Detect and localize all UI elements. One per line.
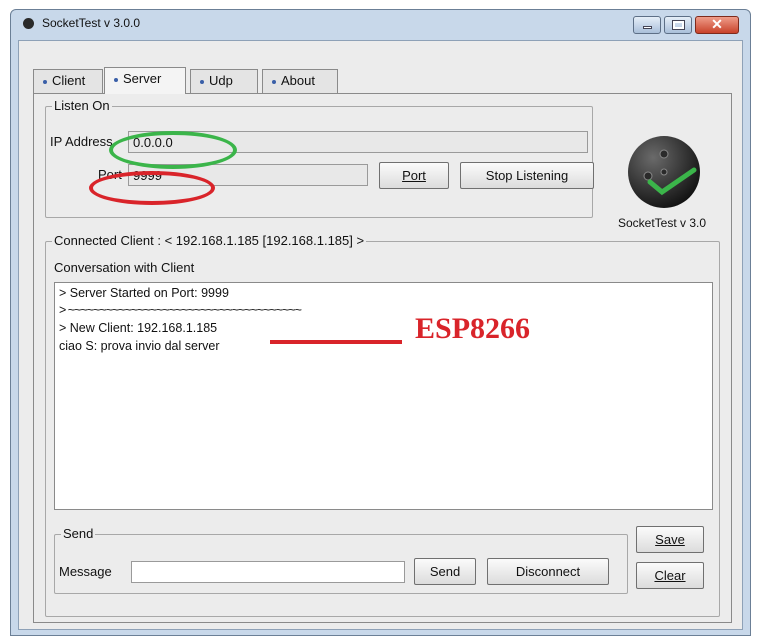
maximize-button[interactable] <box>664 16 692 34</box>
app-window: SocketTest v 3.0.0 ✕ Client Server Udp A… <box>10 9 751 636</box>
tab-label: About <box>281 73 315 88</box>
disconnect-button[interactable]: Disconnect <box>487 558 609 585</box>
log-line: > ~~~~~~~~~~~~~~~~~~~~~~~~~~~~~~~~~~~~~ <box>59 303 302 317</box>
ip-address-label: IP Address <box>50 134 113 149</box>
tab-label: Server <box>123 71 162 86</box>
clear-button-label: Clear <box>654 568 686 583</box>
minimize-button[interactable] <box>633 16 661 34</box>
port-button-label: Port <box>402 168 426 183</box>
tab-about[interactable]: About <box>262 69 338 93</box>
tab-label: Client <box>52 73 86 88</box>
log-line: ciao S: prova invio dal server <box>59 339 220 353</box>
tab-label: Udp <box>209 73 233 88</box>
message-label: Message <box>59 564 112 579</box>
tab-dot-icon <box>43 79 47 84</box>
tab-dot-icon <box>272 79 276 84</box>
listen-on-legend: Listen On <box>52 98 112 113</box>
red-highlight-oval <box>89 171 215 205</box>
send-button-label: Send <box>429 564 461 579</box>
window-title: SocketTest v 3.0.0 <box>42 16 141 30</box>
port-button[interactable]: Port <box>379 162 449 189</box>
tab-client[interactable]: Client <box>33 69 103 93</box>
green-highlight-oval <box>109 131 237 169</box>
save-button[interactable]: Save <box>636 526 704 553</box>
disconnect-button-label: Disconnect <box>515 564 581 579</box>
esp8266-annotation: ESP8266 <box>415 312 531 345</box>
save-button-label: Save <box>655 532 685 547</box>
conversation-label: Conversation with Client <box>54 260 195 275</box>
title-bar: SocketTest v 3.0.0 ✕ <box>11 10 750 40</box>
app-icon <box>23 18 34 29</box>
client-area: Client Server Udp About Listen On IP Add… <box>18 40 743 630</box>
sockettest-logo-icon <box>628 136 700 208</box>
connected-client-legend: Connected Client : < 192.168.1.185 [192.… <box>52 233 367 248</box>
send-button[interactable]: Send <box>414 558 476 585</box>
stop-listening-label: Stop Listening <box>485 168 569 183</box>
conversation-textarea[interactable]: > Server Started on Port: 9999 > ~~~~~~~… <box>54 282 713 510</box>
send-legend: Send <box>61 526 96 541</box>
log-line: > Server Started on Port: 9999 <box>59 286 229 300</box>
tab-udp[interactable]: Udp <box>190 69 258 93</box>
annotation-line <box>270 340 402 344</box>
logo-caption: SocketTest v 3.0 <box>618 216 707 230</box>
send-group: Send Message Send Disconnect <box>54 526 628 594</box>
clear-button[interactable]: Clear <box>636 562 704 589</box>
tab-dot-icon <box>114 77 118 82</box>
message-input[interactable] <box>131 561 405 583</box>
connected-client-group: Connected Client : < 192.168.1.185 [192.… <box>45 233 720 617</box>
tab-dot-icon <box>200 79 204 84</box>
close-icon: ✕ <box>711 16 723 32</box>
log-line: > New Client: 192.168.1.185 <box>59 321 218 335</box>
close-button[interactable]: ✕ <box>695 16 739 34</box>
stop-listening-button[interactable]: Stop Listening <box>460 162 594 189</box>
tab-server[interactable]: Server <box>104 67 186 94</box>
